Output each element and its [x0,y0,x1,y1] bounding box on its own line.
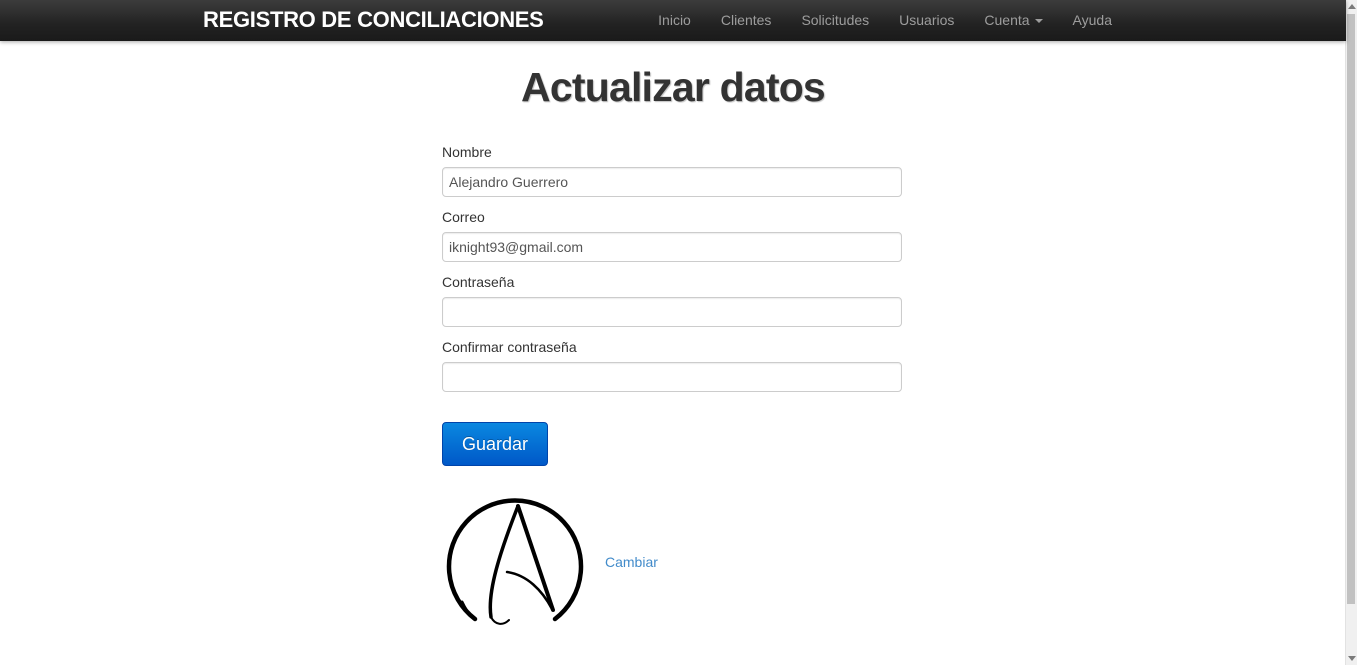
nav-item-inicio[interactable]: Inicio [643,0,706,41]
nav-item-solicitudes[interactable]: Solicitudes [786,0,884,41]
update-form: Nombre Correo Contraseña Confirmar contr… [442,143,902,403]
caret-down-icon [1034,19,1043,24]
page-title: Actualizar datos [521,64,826,110]
vertical-scrollbar[interactable] [1345,0,1357,665]
name-field[interactable] [442,167,902,197]
name-label: Nombre [442,144,492,160]
nav-item-cuenta[interactable]: Cuenta [969,0,1057,41]
anarchy-symbol-icon [446,498,584,625]
nav-menu: Inicio Clientes Solicitudes Usuarios Cue… [643,0,1127,41]
change-avatar-link[interactable]: Cambiar [605,554,658,570]
confirm-password-label: Confirmar contraseña [442,339,577,355]
scroll-down-arrow-icon[interactable] [1348,656,1356,661]
page: REGISTRO DE CONCILIACIONES Inicio Client… [0,0,1357,665]
email-label: Correo [442,209,485,225]
scroll-up-arrow-icon[interactable] [1348,4,1356,9]
confirm-password-field[interactable] [442,362,902,392]
brand-title[interactable]: REGISTRO DE CONCILIACIONES [203,7,544,33]
password-field[interactable] [442,297,902,327]
top-navbar: REGISTRO DE CONCILIACIONES Inicio Client… [0,0,1346,41]
nav-item-usuarios[interactable]: Usuarios [884,0,969,41]
nav-item-cuenta-label: Cuenta [984,12,1030,28]
nav-item-clientes[interactable]: Clientes [706,0,787,41]
nav-item-ayuda[interactable]: Ayuda [1058,0,1127,41]
email-field[interactable] [442,232,902,262]
save-button[interactable]: Guardar [442,422,548,466]
scroll-thumb[interactable] [1347,14,1355,604]
password-label: Contraseña [442,274,515,290]
